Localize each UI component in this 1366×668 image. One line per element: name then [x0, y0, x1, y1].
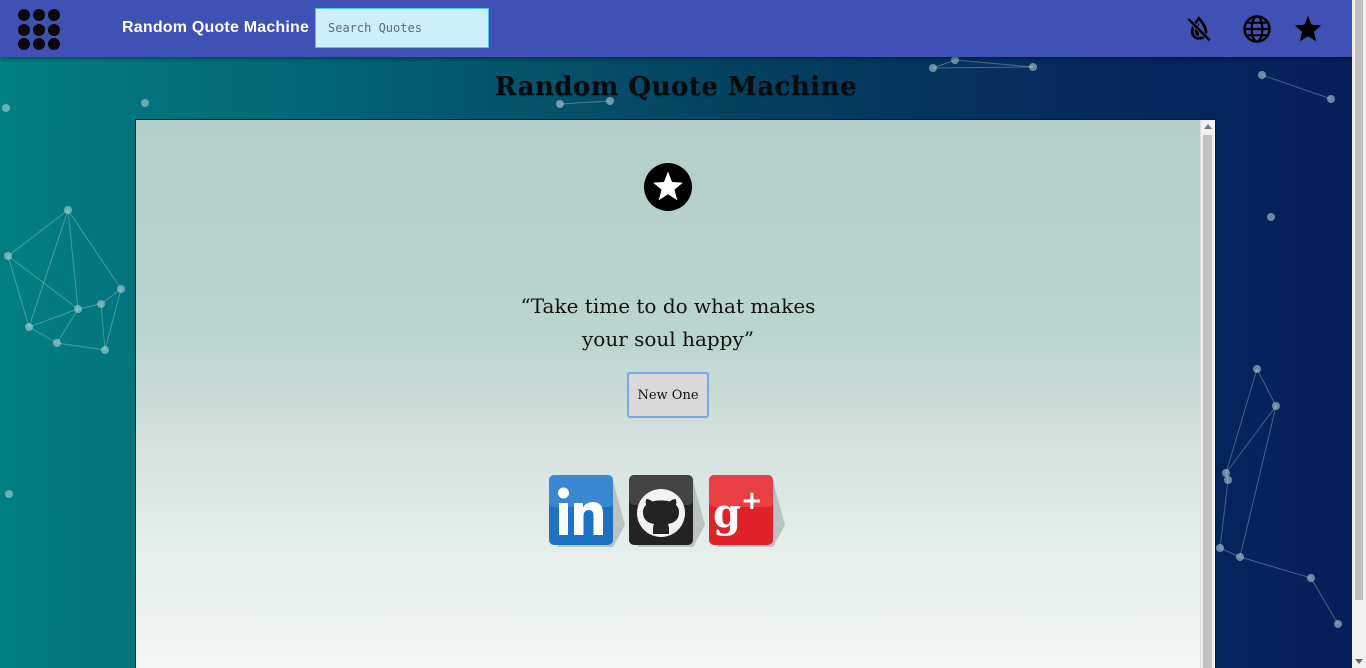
panel-scroll-thumb[interactable]	[1203, 135, 1212, 668]
svg-text:g: g	[713, 490, 741, 537]
panel-scrollbar[interactable]	[1200, 120, 1215, 668]
star-circle-icon	[644, 163, 692, 211]
invert-colors-off-icon[interactable]	[1184, 14, 1214, 44]
google-plus-icon[interactable]: g +	[707, 475, 787, 555]
page-title: Random Quote Machine	[494, 72, 858, 102]
svg-text:+: +	[741, 486, 763, 516]
page-scroll-thumb[interactable]	[1355, 0, 1363, 600]
linkedin-icon[interactable]	[547, 475, 627, 555]
app-grid-icon[interactable]	[18, 9, 62, 51]
quote-text: “Take time to do what makes your soul ha…	[520, 294, 816, 351]
search-input[interactable]	[315, 8, 489, 48]
new-quote-button[interactable]: New One	[627, 372, 709, 418]
scroll-down-icon[interactable]	[1355, 659, 1363, 664]
star-icon[interactable]	[1293, 14, 1323, 44]
scroll-up-icon[interactable]	[1204, 124, 1212, 129]
globe-icon[interactable]	[1242, 14, 1272, 44]
github-icon[interactable]	[627, 475, 707, 555]
top-app-bar: Random Quote Machine	[0, 0, 1352, 57]
page-scrollbar[interactable]	[1352, 0, 1366, 668]
quote-panel: “Take time to do what makes your soul ha…	[135, 119, 1216, 668]
app-title: Random Quote Machine	[122, 19, 310, 36]
